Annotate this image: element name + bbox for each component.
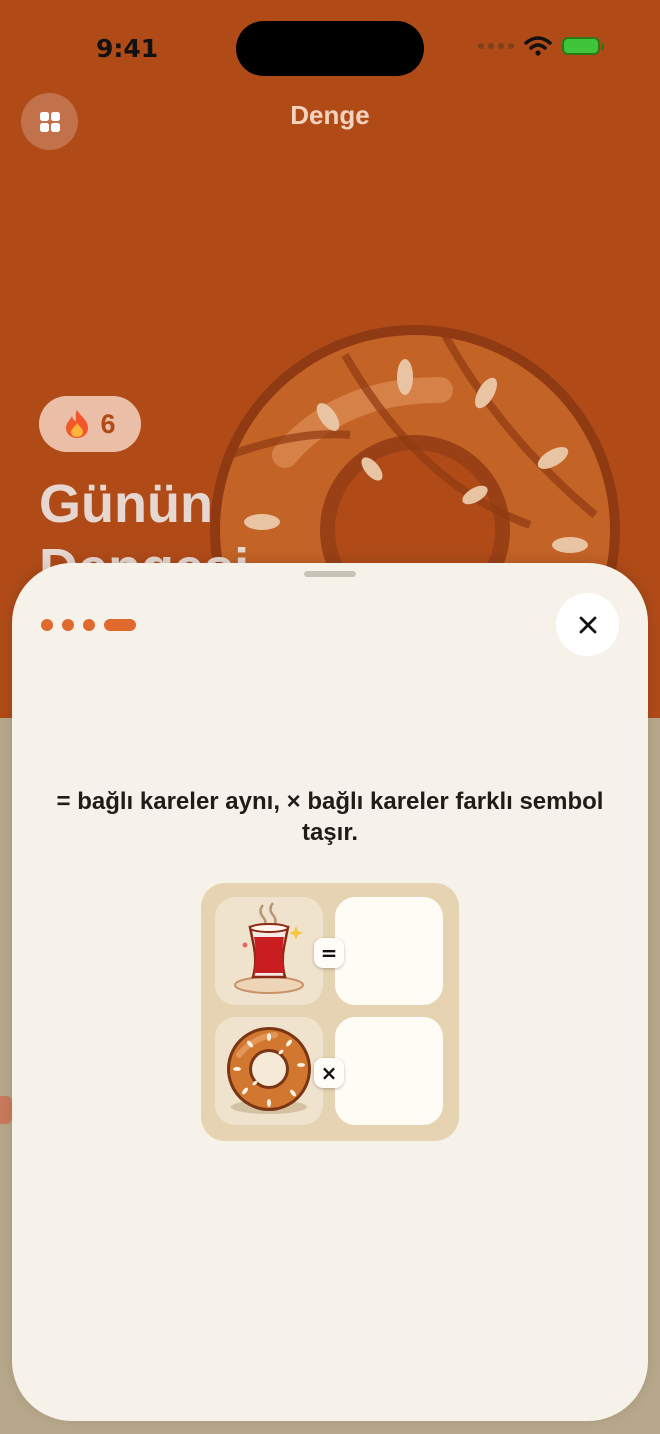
simit-icon (227, 1027, 311, 1114)
wifi-icon (524, 36, 552, 56)
tea-glass-icon (234, 902, 304, 994)
close-button[interactable] (556, 593, 619, 656)
step-dot (41, 619, 53, 631)
status-time: 9:41 (96, 34, 159, 63)
onboarding-sheet: = bağlı kareler aynı, × bağlı kareler fa… (12, 563, 648, 1421)
step-dot (62, 619, 74, 631)
rule-instruction: = bağlı kareler aynı, × bağlı kareler fa… (56, 788, 604, 846)
side-peek-tab (0, 1096, 12, 1124)
different-connector: × (314, 1058, 344, 1088)
streak-count: 6 (100, 408, 116, 439)
example-tile-simit (215, 1017, 323, 1125)
status-icons (478, 36, 604, 56)
sheet-grabber[interactable] (304, 571, 356, 577)
step-dot-active (104, 619, 136, 631)
dynamic-island (236, 21, 424, 76)
battery-icon (562, 37, 604, 55)
example-tile-empty (335, 897, 443, 1005)
close-icon (579, 616, 596, 633)
streak-badge: 6 (39, 396, 141, 452)
step-dot (83, 619, 95, 631)
app-title: Denge (290, 100, 370, 130)
example-tile-tea (215, 897, 323, 1005)
example-board: = × (201, 883, 459, 1141)
equal-connector: = (314, 938, 344, 968)
flame-icon (66, 410, 89, 438)
step-indicator (41, 619, 136, 631)
example-tile-empty (335, 1017, 443, 1125)
cellular-signal-icon (478, 43, 514, 49)
